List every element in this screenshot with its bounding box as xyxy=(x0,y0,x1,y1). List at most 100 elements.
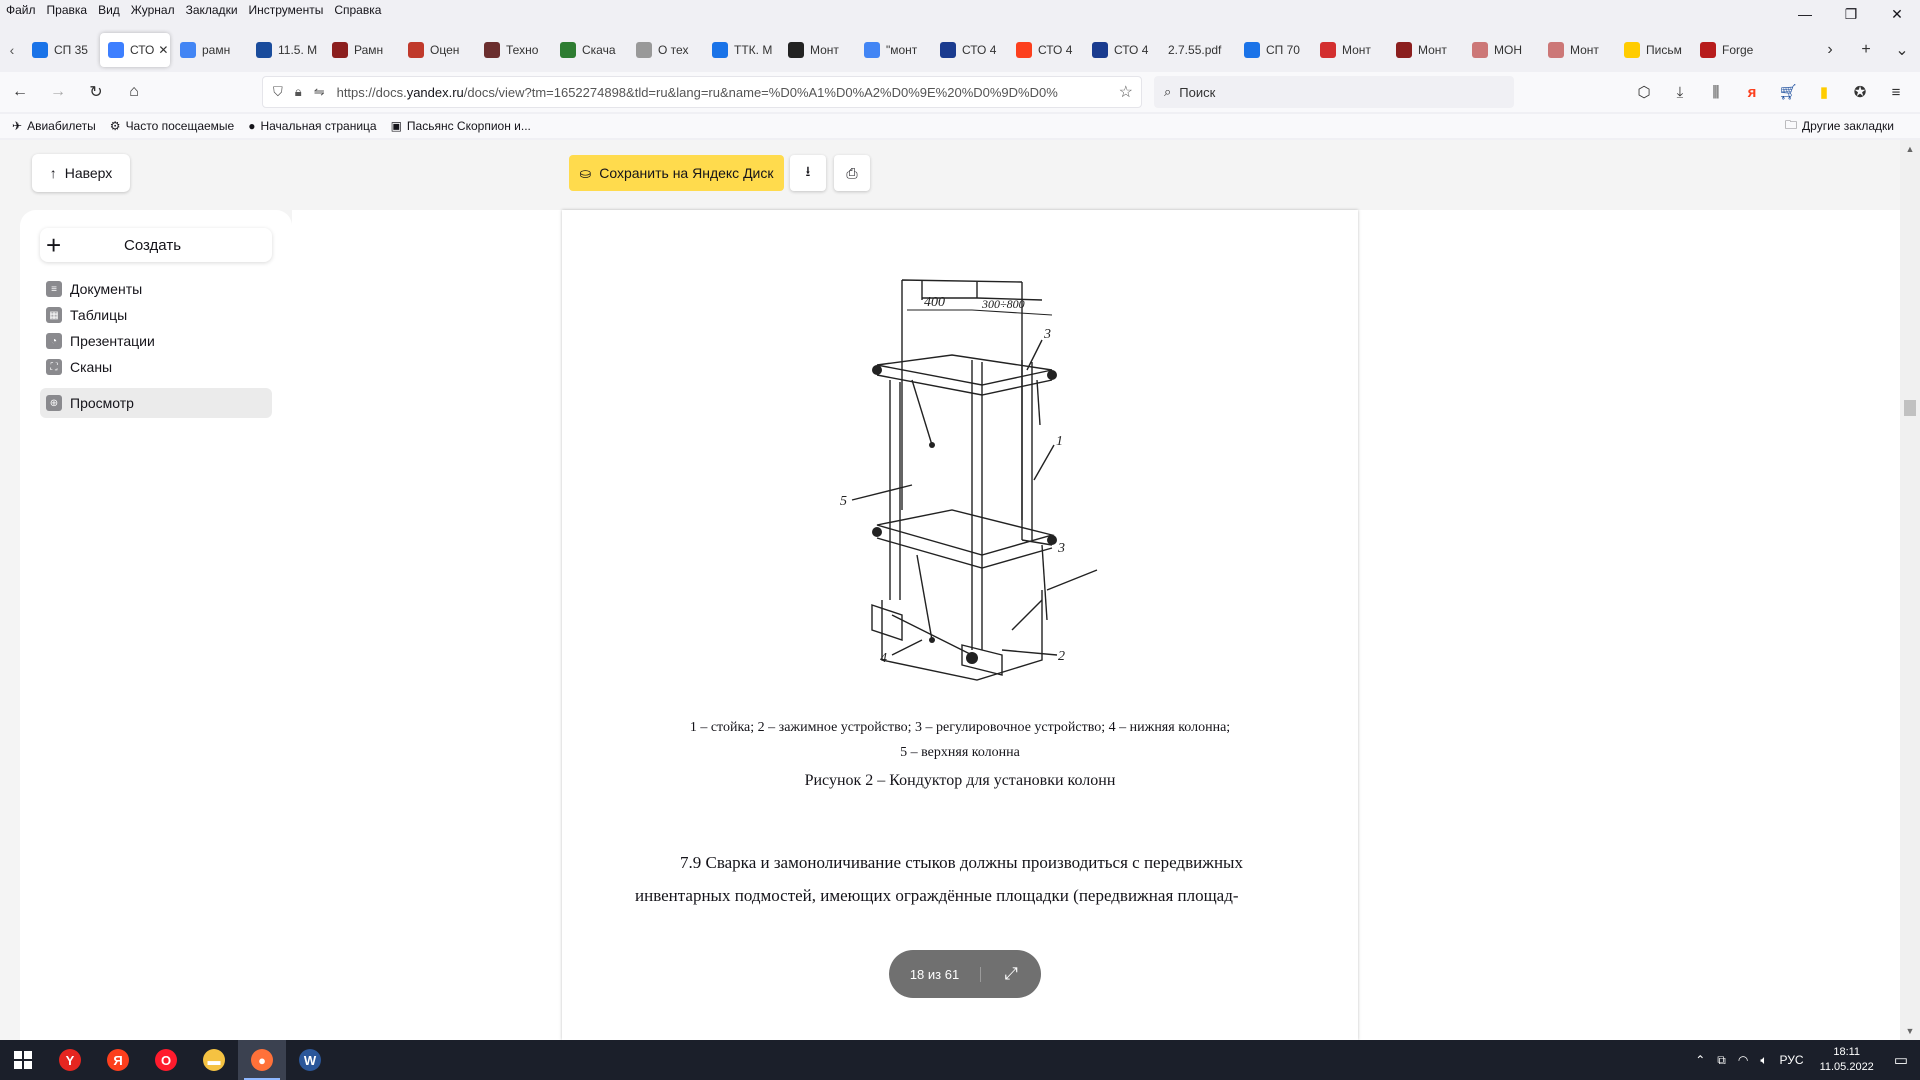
tab-scroll-left-icon[interactable]: ‹ xyxy=(0,34,24,66)
volume-icon[interactable]: 🔈︎ xyxy=(1760,1053,1767,1068)
reload-icon[interactable]: ↻ xyxy=(78,76,114,108)
bookmark-item[interactable]: ✈ Авиабилеты xyxy=(12,119,96,133)
close-window-button[interactable]: ✕ xyxy=(1874,0,1920,28)
browser-tab[interactable]: Техно xyxy=(476,33,550,67)
browser-tab[interactable]: 11.5. М xyxy=(248,33,322,67)
tab-list-icon[interactable]: ⌄ xyxy=(1884,40,1920,60)
browser-tab[interactable]: О тех xyxy=(628,33,702,67)
menu-item[interactable]: Журнал xyxy=(131,3,175,17)
lock-icon[interactable]: 🔒︎ xyxy=(295,84,302,100)
browser-tab[interactable]: 2.7.55.pdf xyxy=(1160,33,1234,67)
minimize-button[interactable]: — xyxy=(1782,0,1828,28)
taskbar-app-opera[interactable]: O xyxy=(142,1040,190,1080)
create-button[interactable]: + Создать xyxy=(40,228,272,262)
browser-tab[interactable]: Монт xyxy=(780,33,854,67)
bookmark-item[interactable]: ● Начальная страница xyxy=(248,119,376,133)
downloads-icon[interactable]: ⤓ xyxy=(1662,84,1698,101)
browser-tab[interactable]: Оцен xyxy=(400,33,474,67)
save-to-disk-button[interactable]: ⛀ Сохранить на Яндекс Диск xyxy=(569,155,784,191)
notifications-icon[interactable]: ▭ xyxy=(1894,1051,1908,1069)
sidebar-item[interactable]: ⛶ Сканы xyxy=(40,352,272,382)
clock[interactable]: 18:11 11.05.2022 xyxy=(1820,1045,1874,1075)
browser-tab[interactable]: Письм xyxy=(1616,33,1690,67)
menu-item[interactable]: Правка xyxy=(47,3,88,17)
browser-tab[interactable]: Рамн xyxy=(324,33,398,67)
cart-icon[interactable]: 🛒︎ xyxy=(1770,83,1806,101)
extensions-icon[interactable]: ✪ xyxy=(1842,83,1878,101)
scroll-top-button[interactable]: ↑ Наверх xyxy=(32,154,130,192)
browser-tab[interactable]: Монт xyxy=(1388,33,1462,67)
search-input[interactable]: ⌕ Поиск xyxy=(1154,76,1514,108)
permissions-icon[interactable]: ⇋ xyxy=(314,84,325,100)
url-text[interactable]: https://docs.yandex.ru/docs/view?tm=1652… xyxy=(337,85,1097,100)
shield-icon[interactable]: ⛉ xyxy=(273,84,283,100)
browser-tab[interactable]: Монт xyxy=(1312,33,1386,67)
taskbar-app-yandex-browser[interactable]: Y xyxy=(46,1040,94,1080)
menu-item[interactable]: Справка xyxy=(334,3,381,17)
view-icon: ⊕ xyxy=(46,395,62,411)
taskbar-app-yandex[interactable]: Я xyxy=(94,1040,142,1080)
language-indicator[interactable]: РУС xyxy=(1780,1053,1804,1067)
sidebar-item-label: Таблицы xyxy=(70,307,128,323)
scrollbar[interactable]: ▲ ▼ xyxy=(1900,140,1920,1040)
browser-tab[interactable]: Монт xyxy=(1540,33,1614,67)
tab-label: МОН xyxy=(1494,43,1522,57)
menu-icon[interactable]: ≡ xyxy=(1878,84,1914,101)
tray-expand-icon[interactable]: ⌃ xyxy=(1695,1053,1705,1067)
plane-icon: ✈ xyxy=(12,119,23,133)
document-viewer[interactable]: 400 300÷800 3 1 5 3 2 4 1 – стойка; 2 – … xyxy=(292,210,1900,1040)
taskbar-app-firefox[interactable]: ● xyxy=(238,1040,286,1080)
pocket-icon[interactable]: ⬡ xyxy=(1626,83,1662,101)
browser-tab[interactable]: "монт xyxy=(856,33,930,67)
new-tab-button[interactable]: + xyxy=(1848,41,1884,59)
browser-tab[interactable]: рамн xyxy=(172,33,246,67)
tab-label: ТТК. М xyxy=(734,43,773,57)
tab-scroll-right-icon[interactable]: › xyxy=(1812,41,1848,59)
browser-tab[interactable]: Forge xyxy=(1692,33,1766,67)
stamp-icon xyxy=(788,42,804,58)
menu-item[interactable]: Файл xyxy=(6,3,36,17)
menu-item[interactable]: Вид xyxy=(98,3,120,17)
yandex-ext-icon[interactable]: я xyxy=(1734,84,1770,101)
browser-tab[interactable]: Скача xyxy=(552,33,626,67)
bookmark-star-icon[interactable]: ☆ xyxy=(1119,82,1133,102)
firefox-icon: ● xyxy=(248,119,256,133)
url-bar[interactable]: ⛉ 🔒︎ ⇋ https://docs.yandex.ru/docs/view?… xyxy=(262,76,1142,108)
bookmark-item[interactable]: ⚙ Часто посещаемые xyxy=(110,119,234,133)
search-icon: ⌕ xyxy=(1164,84,1172,99)
taskbar-app-explorer[interactable]: ▬ xyxy=(190,1040,238,1080)
sidebar-item[interactable]: ⊕ Просмотр xyxy=(40,388,272,418)
browser-tab[interactable]: МОН xyxy=(1464,33,1538,67)
home-icon[interactable]: ⌂ xyxy=(116,76,152,108)
bookmark-item[interactable]: ▣ Пасьянс Скорпион и... xyxy=(391,119,531,133)
close-tab-icon[interactable]: ✕ xyxy=(158,43,168,57)
cc-icon xyxy=(1320,42,1336,58)
google-icon xyxy=(180,42,196,58)
scroll-down-icon[interactable]: ▼ xyxy=(1900,1026,1920,1036)
back-icon[interactable]: ← xyxy=(2,76,38,108)
browser-tab[interactable]: СТО ✕ xyxy=(100,33,170,67)
library-icon[interactable]: ⫼ xyxy=(1698,84,1734,101)
browser-tab[interactable]: СТО 4 xyxy=(932,33,1006,67)
browser-tab[interactable]: СП 35 xyxy=(24,33,98,67)
browser-tab[interactable]: СТО 4 xyxy=(1008,33,1082,67)
other-bookmarks[interactable]: 🗀︎ Другие закладки xyxy=(1785,116,1894,137)
windows-start-icon[interactable] xyxy=(0,1040,46,1080)
forward-icon[interactable]: → xyxy=(40,76,76,108)
flag-icon xyxy=(484,42,500,58)
scroll-up-icon[interactable]: ▲ xyxy=(1900,144,1920,154)
download-button[interactable]: ⭳ xyxy=(790,155,826,191)
restore-button[interactable]: ❐ xyxy=(1828,0,1874,28)
menu-item[interactable]: Закладки xyxy=(186,3,238,17)
bookmark-ext-icon[interactable]: ▮ xyxy=(1806,83,1842,101)
browser-tab[interactable]: ТТК. М xyxy=(704,33,778,67)
taskbar-app-word[interactable]: W xyxy=(286,1040,334,1080)
browser-tab[interactable]: СТО 4 xyxy=(1084,33,1158,67)
menu-item[interactable]: Инструменты xyxy=(249,3,324,17)
wifi-icon[interactable]: ◠ xyxy=(1738,1053,1748,1067)
browser-tab[interactable]: СП 70 xyxy=(1236,33,1310,67)
expand-icon[interactable]: ⤢ xyxy=(981,964,1041,984)
network-icon[interactable]: ⧉ xyxy=(1717,1053,1726,1068)
scroll-thumb[interactable] xyxy=(1904,400,1916,416)
print-button[interactable]: ⎙ xyxy=(834,155,870,191)
